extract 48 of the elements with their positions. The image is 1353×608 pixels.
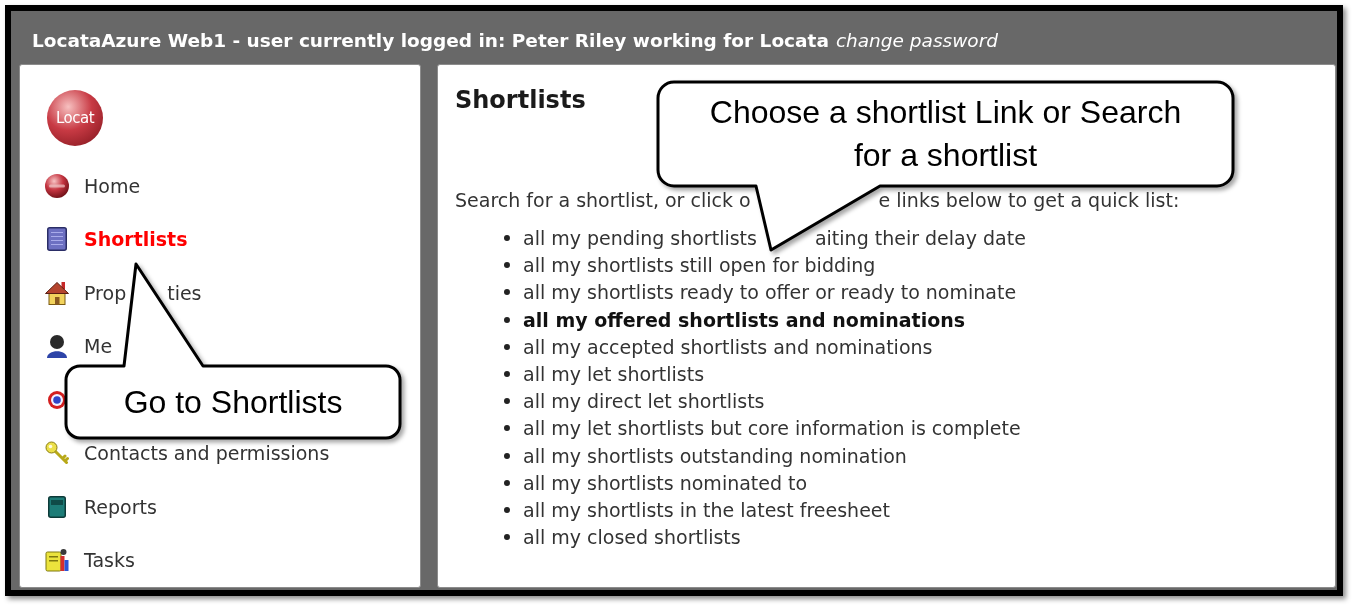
bullet-icon [504,289,510,296]
logo: Locat [47,90,103,146]
bullet-icon [504,534,510,541]
bullet-icon [504,262,510,269]
callout-text: Go to Shortlists [123,383,343,422]
sidebar-link[interactable]: Prop [84,280,127,305]
change-password-link[interactable]: change password [835,27,998,55]
sidebar-link[interactable]: Contacts and permissions [84,441,330,466]
shortlist-link[interactable]: all my closed shortlists [523,525,741,550]
shortlist-link[interactable]: all my shortlists in the latest freesheet [523,497,890,522]
shortlist-link[interactable]: all my shortlists still open for bidding [523,253,876,278]
bullet-icon [504,425,510,432]
bullet-icon [504,452,510,459]
shortlist-link[interactable]: all my shortlists nominated to [523,470,808,495]
person-icon [46,334,68,359]
shortlist-link[interactable]: all my offered shortlists and nominations [523,307,966,332]
house-icon [45,280,69,305]
shortlist-link[interactable]: all my pending shortlists [523,226,757,251]
key-icon [45,441,69,466]
sidebar-link[interactable]: Tasks [84,548,135,573]
callout-text: Choose a shortlist Link or Search for a shortlist [708,93,1183,175]
sidebar-link[interactable]: Shortlists [84,227,188,252]
intro-text: e links below to get a quick list: [878,188,1180,212]
sidebar-link[interactable]: Reports [84,494,157,519]
book-icon [48,495,66,518]
shortlist-link[interactable]: all my shortlists ready to offer or ready to nominate [523,280,1017,305]
shortlist-link[interactable]: aiting their delay date [814,226,1026,251]
shortlist-link[interactable]: all my accepted shortlists and nominations [523,334,933,359]
document-icon [45,548,69,573]
bullet-icon [504,506,510,513]
intro-text: Search for a shortlist, or click o [455,188,751,212]
bullet-icon [504,371,510,378]
book-icon [47,227,67,252]
bullet-icon [504,398,510,405]
sidebar-link[interactable]: Home [84,173,141,198]
page-heading: Shortlists [455,85,586,115]
shortlist-link[interactable]: all my direct let shortlists [523,389,765,414]
shortlist-link[interactable]: all my let shortlists [523,362,705,387]
sidebar-link[interactable]: Me [84,334,113,359]
bullet-icon [504,316,510,323]
window-title: LocataAzure Web1 - user currently logged in: Peter Riley working for Locata [32,29,829,54]
bullet-icon [504,343,510,350]
sphere-icon [45,173,69,198]
shortlist-link[interactable]: all my shortlists outstanding nomination [523,443,907,468]
bullet-icon [504,235,510,242]
bullet-icon [504,479,510,486]
sidebar-link[interactable]: ties [167,280,202,305]
shortlist-link[interactable]: all my let shortlists but core information is complete [523,416,1021,441]
